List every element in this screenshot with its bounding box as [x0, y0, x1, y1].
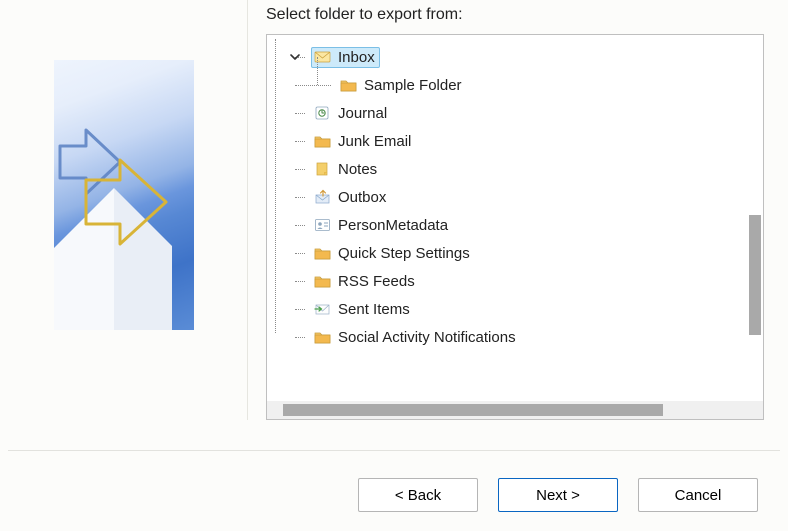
tree-item-label: Sent Items: [338, 301, 410, 318]
tree-item[interactable]: Sample Folder: [287, 71, 763, 99]
tree-item-label: Outbox: [338, 189, 386, 206]
folder-icon: [340, 77, 358, 93]
vertical-scrollbar-thumb[interactable]: [749, 215, 761, 335]
tree-item-label: Journal: [338, 105, 387, 122]
tree-item[interactable]: Social Activity Notifications: [287, 323, 763, 351]
tree-item[interactable]: Inbox: [287, 43, 763, 71]
horizontal-scrollbar-track[interactable]: [267, 401, 763, 419]
tree-item[interactable]: Junk Email: [287, 127, 763, 155]
tree-item[interactable]: Notes: [287, 155, 763, 183]
tree-item-label: Sample Folder: [364, 77, 462, 94]
tree-item-label: PersonMetadata: [338, 217, 448, 234]
horizontal-scrollbar-thumb[interactable]: [283, 404, 663, 416]
tree-item[interactable]: Outbox: [287, 183, 763, 211]
tree-item[interactable]: Journal: [287, 99, 763, 127]
tree-item[interactable]: RSS Feeds: [287, 267, 763, 295]
folder-icon: [314, 133, 332, 149]
tree-item-label: RSS Feeds: [338, 273, 415, 290]
sent-icon: [314, 301, 332, 317]
contact-icon: [314, 217, 332, 233]
tree-item-label: Junk Email: [338, 133, 411, 150]
tree-item[interactable]: Quick Step Settings: [287, 239, 763, 267]
tree-item-label: Quick Step Settings: [338, 245, 470, 262]
next-button[interactable]: Next >: [498, 478, 618, 512]
folder-tree[interactable]: Inbox Sample Folder Journal: [266, 34, 764, 420]
wizard-button-row: < Back Next > Cancel: [0, 475, 788, 515]
folder-icon: [314, 273, 332, 289]
tree-item[interactable]: PersonMetadata: [287, 211, 763, 239]
wizard-sidebar: [0, 0, 248, 420]
tree-item[interactable]: Sent Items: [287, 295, 763, 323]
wizard-decorative-image: [54, 60, 194, 330]
separator: [8, 450, 780, 451]
tree-item-label: Social Activity Notifications: [338, 329, 516, 346]
cancel-button[interactable]: Cancel: [638, 478, 758, 512]
tree-item-label: Inbox: [338, 49, 375, 66]
instruction-label: Select folder to export from:: [266, 6, 764, 24]
outbox-icon: [314, 189, 332, 205]
back-button[interactable]: < Back: [358, 478, 478, 512]
folder-icon: [314, 329, 332, 345]
tree-item-label: Notes: [338, 161, 377, 178]
notes-icon: [314, 161, 332, 177]
chevron-down-icon[interactable]: [289, 51, 301, 63]
journal-icon: [314, 105, 332, 121]
folder-icon: [314, 245, 332, 261]
